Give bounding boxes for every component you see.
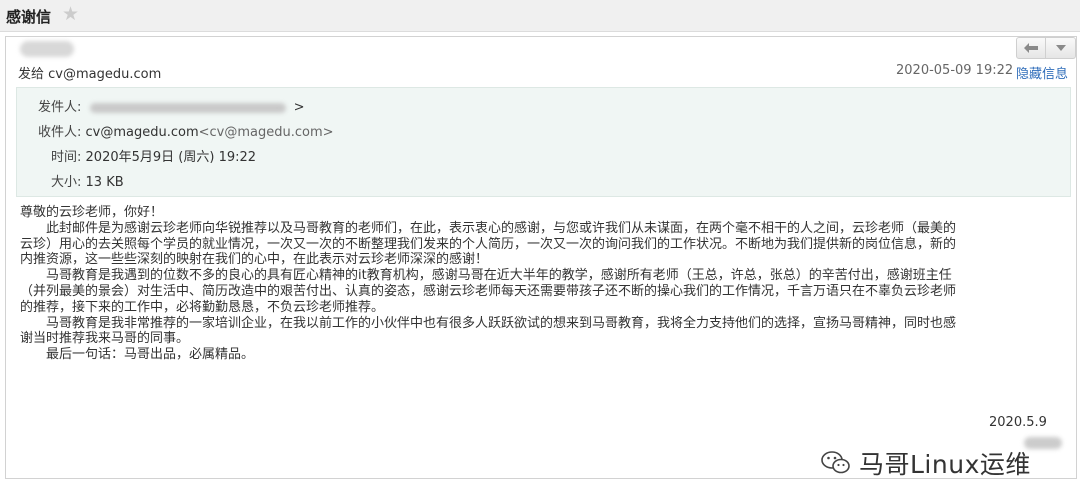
to-name[interactable]: cv@magedu.com [86, 125, 199, 140]
chevron-down-icon [1055, 45, 1066, 51]
email-body: 尊敬的云珍老师，你好！ 此封邮件是为感谢云珍老师向华锐推荐以及马哥教育的老师们，… [20, 205, 1070, 363]
watermark: 马哥Linux运维 [821, 445, 1031, 481]
send-to-line: 发给 cv@magedu.com [18, 63, 161, 82]
email-datetime: 2020-05-09 19:22 [896, 63, 1014, 78]
body-line: 云珍）用心的去关照每个学员的就业情况，一次又一次的不断整理我们发来的个人简历，一… [20, 236, 957, 252]
body-line: 此封邮件是为感谢云珍老师向华锐推荐以及马哥教育的老师们，在此，表示衷心的感谢，与… [46, 220, 957, 236]
body-line: 的推荐，接下来的工作中，必将勤勤恳恳，不负云珍老师推荐。 [20, 299, 385, 315]
sender-address-redacted [89, 102, 286, 113]
size-label: 大小: [51, 175, 82, 190]
body-line: 尊敬的云珍老师，你好！ [20, 205, 164, 220]
body-line: 马哥教育是我遇到的位数不多的良心的具有匠心精神的it教育机构，感谢马哥在近大半年… [46, 268, 952, 284]
size-row: 大小: 13 KB [51, 171, 124, 190]
sender-avatar [20, 41, 74, 57]
back-arrow-icon [1024, 43, 1038, 53]
body-line: （并列最美的景会）对生活中、简历改造中的艰苦付出、认真的姿态，感谢云珍老师每天还… [20, 283, 957, 299]
send-to-prefix: 发给 [18, 67, 45, 82]
from-label: 发件人: [38, 100, 82, 115]
body-line: 谢当时推荐我来马哥的同事。 [20, 331, 190, 347]
body-line: 最后一句话：马哥出品，必属精品。 [46, 347, 255, 363]
to-label: 收件人: [38, 125, 82, 140]
time-value: 2020年5月9日 (周六) 19:22 [85, 150, 257, 165]
to-address: <cv@magedu.com> [198, 125, 334, 140]
body-line: 内推资源，这一些些深刻的映射在我们的心中，在此表示对云珍老师深深的感谢！ [20, 252, 489, 268]
send-to-address[interactable]: cv@magedu.com [48, 67, 161, 82]
from-row: 发件人: > [38, 96, 305, 115]
hide-info-link[interactable]: 隐藏信息 [1016, 63, 1068, 82]
signature-date: 2020.5.9 [989, 415, 1047, 430]
star-icon[interactable]: ★ [62, 3, 79, 25]
time-label: 时间: [51, 150, 82, 165]
size-value: 13 KB [85, 175, 124, 190]
email-subject: 感谢信 [6, 8, 52, 26]
from-suffix: > [293, 100, 305, 115]
time-row: 时间: 2020年5月9日 (周六) 19:22 [51, 146, 256, 165]
watermark-text: 马哥Linux运维 [859, 450, 1031, 479]
more-actions-button[interactable] [1046, 37, 1076, 59]
reply-button[interactable] [1016, 37, 1046, 59]
to-row: 收件人: cv@magedu.com<cv@magedu.com> [38, 121, 334, 140]
email-card: 发给 cv@magedu.com 2020-05-09 19:22 隐藏信息 发… [5, 36, 1077, 479]
email-details-panel: 发件人: > 收件人: cv@magedu.com<cv@magedu.com>… [16, 87, 1071, 197]
subject-bar: 感谢信 ★ [0, 0, 1080, 32]
body-line: 马哥教育是我非常推荐的一家培训企业，在我以前工作的小伙伴中也有很多人跃跃欲试的想… [46, 315, 957, 331]
wechat-icon [821, 451, 850, 474]
